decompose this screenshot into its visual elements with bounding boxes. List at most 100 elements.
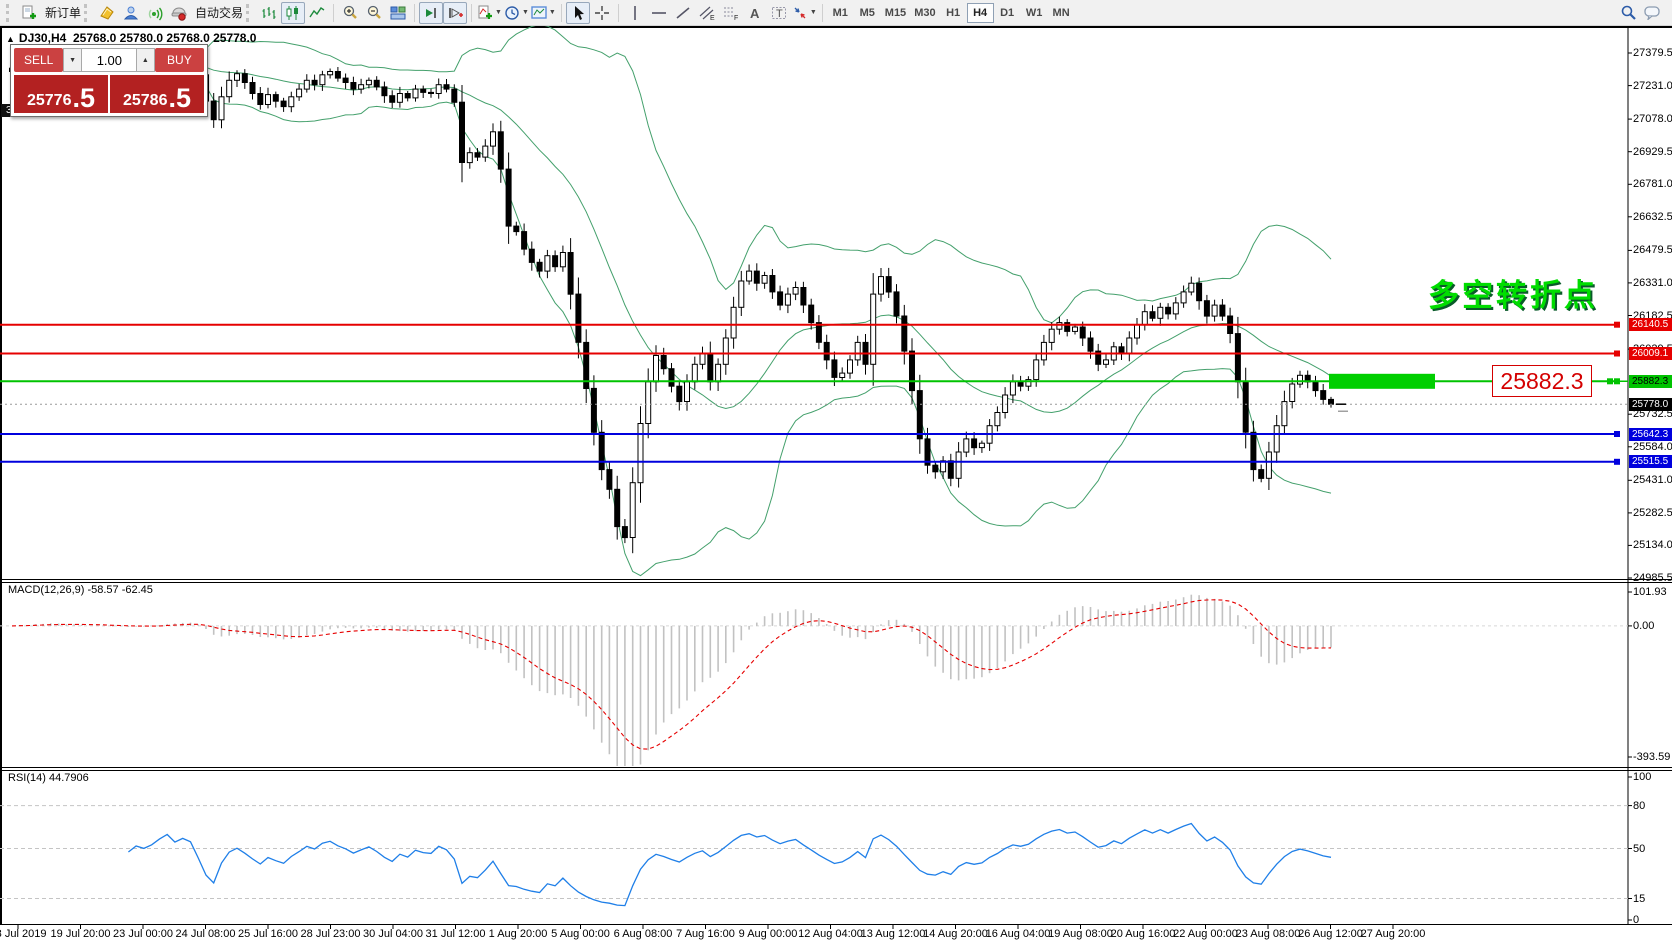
- timeframe-mn[interactable]: MN: [1048, 3, 1075, 23]
- buy-price-button[interactable]: 25786 .5: [110, 75, 204, 113]
- trendline-button[interactable]: [671, 2, 695, 24]
- time-axis-label: 19 Jul 20:00: [51, 928, 111, 940]
- chart-annotation-text[interactable]: 多空转折点: [1428, 270, 1598, 315]
- text-icon: A: [747, 5, 763, 21]
- new-order-button[interactable]: [17, 2, 41, 24]
- time-axis-label: 31 Jul 12:00: [426, 928, 486, 940]
- time-axis-label: 30 Jul 04:00: [363, 928, 423, 940]
- toolbar: 新订单 自动交易: [0, 0, 1672, 26]
- arrows-dropdown[interactable]: ▼: [791, 2, 818, 24]
- price-level-badge: 26009.1: [1629, 347, 1672, 360]
- search-icon[interactable]: [1621, 5, 1636, 20]
- bollinger-band: [12, 68, 1331, 575]
- timeframe-w1[interactable]: W1: [1021, 3, 1048, 23]
- highlight-rectangle: [1329, 374, 1435, 389]
- axis-tick-label: 0.00: [1633, 620, 1654, 632]
- timeframe-d1[interactable]: D1: [994, 3, 1021, 23]
- crosshair-button[interactable]: [590, 2, 614, 24]
- buy-price-main: 25786: [123, 93, 168, 109]
- periods-dropdown[interactable]: ▼: [503, 2, 530, 24]
- time-axis-label: 19 Aug 08:00: [1048, 928, 1113, 940]
- current-price-badge: 25778.0: [1629, 398, 1672, 411]
- axis-tick-label: 15: [1633, 893, 1645, 905]
- chat-icon[interactable]: [1644, 5, 1661, 20]
- timeframe-m1[interactable]: M1: [827, 3, 854, 23]
- text-button[interactable]: A: [743, 2, 767, 24]
- timeframe-h1[interactable]: H1: [940, 3, 967, 23]
- volume-decrease-button[interactable]: ▼: [63, 48, 82, 72]
- tile-windows-icon: [390, 5, 406, 21]
- autotrading-button[interactable]: [167, 2, 191, 24]
- autotrading-icon: [171, 5, 187, 21]
- fibonacci-icon: F: [723, 5, 739, 21]
- vertical-line-button[interactable]: [623, 2, 647, 24]
- time-axis-label: 26 Aug 12:00: [1298, 928, 1363, 940]
- sell-button[interactable]: SELL: [14, 48, 63, 72]
- auto-scroll-button[interactable]: [419, 2, 443, 24]
- autotrading-label[interactable]: 自动交易: [195, 4, 243, 21]
- templates-dropdown[interactable]: ▼: [530, 2, 557, 24]
- axis-tick-label: 25584.0: [1633, 441, 1672, 453]
- text-label-button[interactable]: T: [767, 2, 791, 24]
- signals-button[interactable]: [143, 2, 167, 24]
- collapse-panel-icon[interactable]: ▲: [6, 34, 15, 44]
- chart-shift-button[interactable]: [443, 2, 467, 24]
- chart-wizard-button[interactable]: [95, 2, 119, 24]
- svg-text:A: A: [750, 6, 760, 21]
- cursor-button[interactable]: [566, 2, 590, 24]
- axis-tick-label: 80: [1633, 800, 1645, 812]
- new-order-icon: [21, 5, 37, 21]
- chart-window[interactable]: ▲DJ30,H4 25768.0 25780.0 25768.0 25778.0…: [0, 26, 1672, 950]
- price-level-badge: 25642.3: [1629, 428, 1672, 441]
- axis-tick-label: -393.59: [1633, 751, 1670, 763]
- zoom-out-button[interactable]: [362, 2, 386, 24]
- timeframe-m5[interactable]: M5: [854, 3, 881, 23]
- time-axis-label: 23 Aug 08:00: [1236, 928, 1301, 940]
- buy-price-fraction: .5: [168, 88, 191, 109]
- axis-tick-label: 25282.5: [1633, 507, 1672, 519]
- zoom-in-icon: [342, 5, 358, 21]
- time-axis-label: 13 Aug 12:00: [861, 928, 926, 940]
- volume-input[interactable]: [82, 48, 136, 72]
- chart-symbol-period: DJ30,H4: [19, 31, 66, 45]
- axis-tick-label: 26929.5: [1633, 146, 1672, 158]
- time-axis-label: 18 Jul 2019: [0, 928, 46, 940]
- auto-scroll-icon: [423, 5, 439, 21]
- line-chart-button[interactable]: [305, 2, 329, 24]
- price-callout-label[interactable]: 25882.3: [1492, 365, 1592, 397]
- time-axis-label: 27 Aug 20:00: [1361, 928, 1426, 940]
- candlestick-chart-button[interactable]: [281, 2, 305, 24]
- svg-text:F: F: [734, 15, 738, 21]
- time-axis-label: 20 Aug 16:00: [1111, 928, 1176, 940]
- equidistant-channel-icon: E: [699, 5, 715, 21]
- tile-windows-button[interactable]: [386, 2, 410, 24]
- time-axis-label: 1 Aug 20:00: [489, 928, 548, 940]
- toolbar-grip[interactable]: [6, 4, 14, 22]
- equidistant-channel-button[interactable]: E: [695, 2, 719, 24]
- timeframe-m30[interactable]: M30: [910, 3, 939, 23]
- line-chart-icon: [309, 5, 325, 21]
- horizontal-line-button[interactable]: [647, 2, 671, 24]
- axis-tick-label: 25431.0: [1633, 474, 1672, 486]
- axis-tick-label: 26632.5: [1633, 211, 1672, 223]
- bar-chart-button[interactable]: [257, 2, 281, 24]
- time-axis-label: 7 Aug 16:00: [676, 928, 735, 940]
- time-axis-label: 28 Jul 23:00: [301, 928, 361, 940]
- axis-tick-label: 0: [1633, 914, 1639, 926]
- sell-price-button[interactable]: 25776 .5: [14, 75, 108, 113]
- svg-text:T: T: [776, 8, 783, 20]
- time-axis-label: 5 Aug 00:00: [551, 928, 610, 940]
- new-order-label[interactable]: 新订单: [45, 4, 81, 21]
- indicators-dropdown[interactable]: ▼: [476, 2, 503, 24]
- price-level-badge: 25882.3: [1629, 375, 1672, 388]
- timeframe-h4[interactable]: H4: [967, 3, 994, 23]
- zoom-in-button[interactable]: [338, 2, 362, 24]
- fibonacci-button[interactable]: F: [719, 2, 743, 24]
- timeframe-m15[interactable]: M15: [881, 3, 910, 23]
- axis-tick-label: 26331.0: [1633, 277, 1672, 289]
- profiles-button[interactable]: [119, 2, 143, 24]
- price-chart-canvas[interactable]: [0, 26, 1672, 950]
- axis-tick-label: 24985.5: [1633, 572, 1672, 584]
- volume-increase-button[interactable]: ▲: [136, 48, 155, 72]
- buy-button[interactable]: BUY: [155, 48, 204, 72]
